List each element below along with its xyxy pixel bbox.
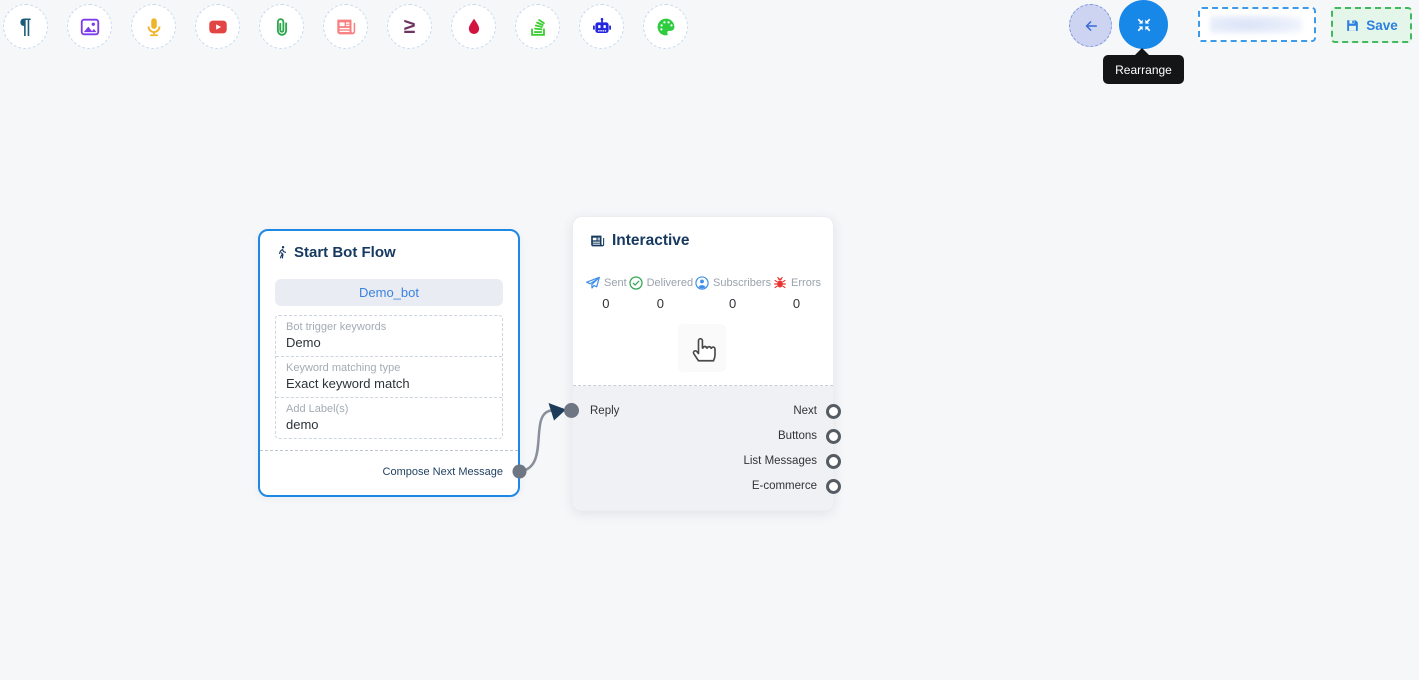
port-label: Next	[793, 404, 817, 419]
paperclip-icon	[271, 16, 293, 38]
walking-person-icon	[275, 244, 289, 261]
add-labels-field[interactable]: Add Label(s) demo	[276, 397, 502, 438]
buttons-output-port[interactable]	[826, 429, 841, 444]
ecommerce-output-port[interactable]	[826, 479, 841, 494]
port-label: List Messages	[743, 454, 817, 469]
start-node-header: Start Bot Flow	[275, 244, 396, 261]
edge-arrowhead-icon	[549, 403, 567, 421]
field-value: demo	[286, 417, 492, 432]
start-node-title: Start Bot Flow	[294, 244, 396, 261]
matching-type-field[interactable]: Keyword matching type Exact keyword matc…	[276, 356, 502, 397]
hand-cursor-icon	[685, 329, 721, 367]
stat-label: Delivered	[647, 277, 693, 289]
toolbar-sequence-button[interactable]	[515, 4, 560, 49]
interactive-node-header: Interactive	[589, 232, 690, 250]
flow-canvas[interactable]: ¶ ≥ Rearrange	[0, 0, 1419, 680]
stat-value: 0	[657, 296, 664, 311]
reply-port-label: Reply	[590, 405, 619, 417]
droplet-icon	[463, 16, 485, 38]
interactive-node-footer: Reply Next Buttons List Messages E-comme…	[573, 386, 833, 510]
back-button[interactable]	[1069, 4, 1112, 47]
flow-edge	[520, 411, 552, 472]
rearrange-tooltip: Rearrange	[1103, 55, 1184, 84]
interactive-node[interactable]: Interactive Sent 0 Delivered 0 Subscribe…	[572, 216, 834, 511]
stat-value: 0	[602, 296, 609, 311]
bot-name-field[interactable]: Demo_bot	[275, 279, 503, 306]
toolbar-file-button[interactable]	[259, 4, 304, 49]
stat-sent: Sent 0	[585, 275, 627, 311]
arrow-left-icon	[1082, 17, 1100, 35]
paper-plane-icon	[585, 275, 601, 291]
list-messages-output-port[interactable]	[826, 454, 841, 469]
stat-label: Errors	[791, 277, 821, 289]
field-value: Demo	[286, 335, 492, 350]
greater-equal-icon: ≥	[404, 16, 416, 37]
field-label: Bot trigger keywords	[286, 321, 492, 333]
cursor-highlight	[678, 324, 726, 372]
youtube-icon	[207, 16, 229, 38]
field-label: Keyword matching type	[286, 362, 492, 374]
field-label: Add Label(s)	[286, 403, 492, 415]
newspaper-icon	[335, 16, 357, 38]
newspaper-icon	[589, 233, 606, 249]
save-button[interactable]: Save	[1331, 7, 1412, 43]
stat-delivered: Delivered 0	[628, 275, 693, 311]
palette-icon	[655, 16, 677, 38]
toolbar-theme-button[interactable]	[643, 4, 688, 49]
field-value: Exact keyword match	[286, 376, 492, 391]
start-node-fields: Bot trigger keywords Demo Keyword matchi…	[275, 315, 503, 439]
stat-label: Subscribers	[713, 277, 771, 289]
toolbar-condition-button[interactable]: ≥	[387, 4, 432, 49]
user-circle-icon	[694, 275, 710, 291]
bug-icon	[772, 275, 788, 291]
toolbar-image-button[interactable]	[67, 4, 112, 49]
compose-next-message-label[interactable]: Compose Next Message	[383, 466, 503, 478]
toolbar-audio-button[interactable]	[131, 4, 176, 49]
divider	[260, 450, 518, 451]
stat-value: 0	[793, 296, 800, 311]
toolbar-drip-button[interactable]	[451, 4, 496, 49]
port-label: Buttons	[778, 429, 817, 444]
save-label: Save	[1366, 18, 1398, 33]
rearrange-button[interactable]	[1119, 0, 1168, 49]
toolbar-bot-button[interactable]	[579, 4, 624, 49]
stat-label: Sent	[604, 277, 627, 289]
trigger-keywords-field[interactable]: Bot trigger keywords Demo	[276, 316, 502, 356]
redacted-content	[1210, 15, 1302, 34]
next-output-port[interactable]	[826, 404, 841, 419]
robot-icon	[591, 16, 613, 38]
stat-errors: Errors 0	[772, 275, 821, 311]
toolbar-video-button[interactable]	[195, 4, 240, 49]
interactive-node-title: Interactive	[612, 232, 690, 250]
toolbar-card-button[interactable]	[323, 4, 368, 49]
floppy-disk-icon	[1345, 18, 1360, 33]
stat-value: 0	[729, 296, 736, 311]
stat-subscribers: Subscribers 0	[694, 275, 771, 311]
microphone-icon	[143, 16, 165, 38]
stack-icon	[527, 16, 549, 38]
compress-arrows-icon	[1134, 15, 1154, 35]
pilcrow-icon: ¶	[20, 16, 32, 37]
check-circle-icon	[628, 275, 644, 291]
image-icon	[79, 16, 101, 38]
start-bot-flow-node[interactable]: Start Bot Flow Demo_bot Bot trigger keyw…	[258, 229, 520, 497]
stats-row: Sent 0 Delivered 0 Subscribers 0 Errors …	[585, 275, 821, 311]
port-label: E-commerce	[752, 479, 817, 494]
toolbar-text-button[interactable]: ¶	[3, 4, 48, 49]
redacted-field[interactable]	[1198, 7, 1316, 42]
